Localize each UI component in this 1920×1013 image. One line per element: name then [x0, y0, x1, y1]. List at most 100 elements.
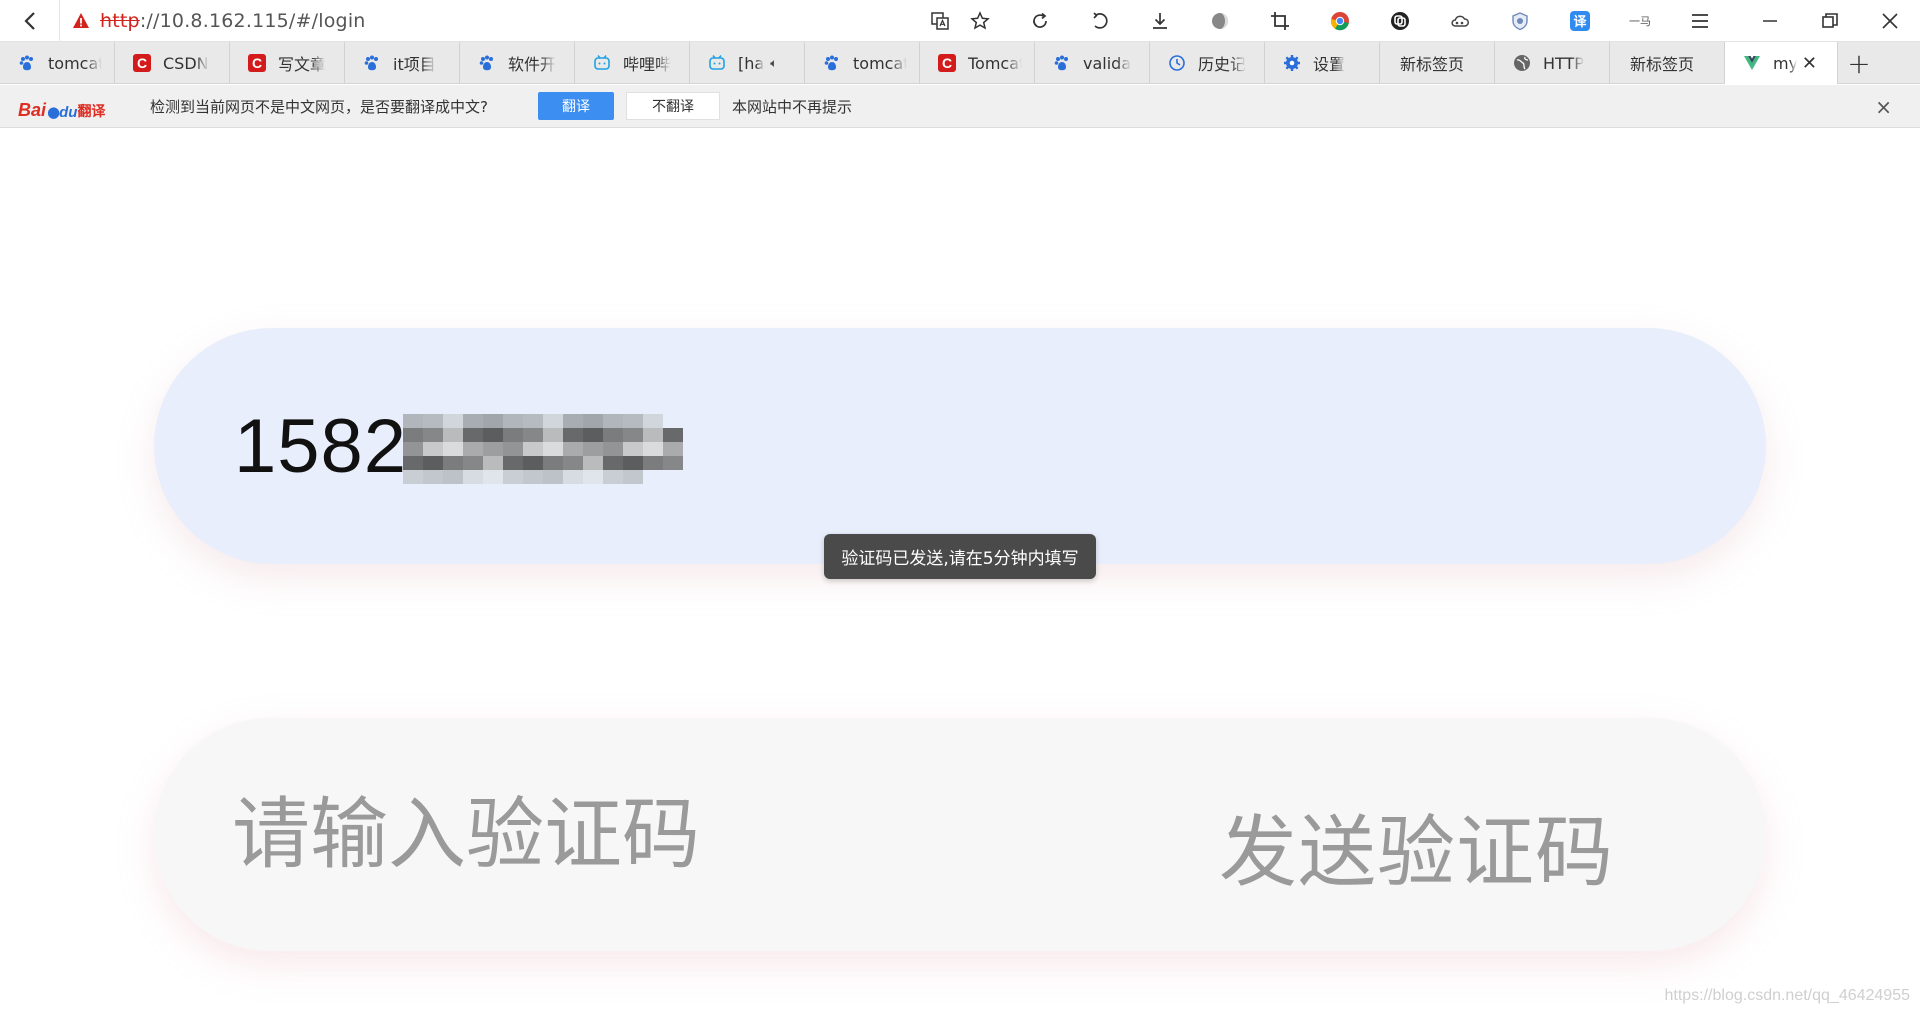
tab-label: 历史记	[1198, 55, 1247, 74]
verification-code-field: 发送验证码	[154, 718, 1766, 951]
close-tab-icon[interactable]: ✕	[1802, 53, 1817, 74]
tab-13[interactable]: HTTP	[1495, 42, 1610, 84]
url-field[interactable]: http://10.8.162.115/#/login	[60, 0, 920, 42]
mode-button[interactable]	[1200, 0, 1240, 42]
logo-bai-text: Bai	[18, 100, 47, 120]
restore-icon	[1822, 12, 1838, 28]
tab-label: HTTP	[1543, 53, 1584, 73]
chrome-extension-button[interactable]	[1320, 0, 1360, 42]
close-window-button[interactable]	[1860, 0, 1920, 42]
screenshot-button[interactable]	[1260, 0, 1300, 42]
baidu-translate-logo: Bai ● du 翻译	[18, 91, 118, 121]
close-icon	[1882, 12, 1898, 29]
tab-3[interactable]: it项目	[345, 42, 460, 84]
translate-extension-icon: 译	[1570, 10, 1590, 31]
tab-label: it项目	[393, 55, 436, 74]
refresh-icon	[1033, 12, 1047, 28]
phone-input[interactable]: 1582	[154, 328, 1766, 564]
text-extension-button[interactable]: 一马	[1620, 0, 1660, 42]
phone-value: 1582	[234, 403, 713, 490]
text-extension-label: 一马	[1629, 14, 1651, 28]
tab-label: [ha	[738, 53, 765, 73]
restore-button[interactable]	[1800, 0, 1860, 42]
tab-label: tomcat	[48, 53, 102, 73]
translate-extension-button[interactable]: 译	[1560, 0, 1600, 42]
login-page: 1582 验证码已发送,请在5分钟内填写 发送验证码 https://blog.…	[0, 129, 1920, 1013]
new-tab-button[interactable]: +	[1838, 42, 1880, 84]
tab-14[interactable]: 新标签页	[1610, 42, 1725, 84]
tab-9[interactable]: valida	[1035, 42, 1150, 84]
tab-10[interactable]: 历史记	[1150, 42, 1265, 84]
logo-fanyi-text: 翻译	[77, 104, 106, 120]
cloud-extension-button[interactable]	[1440, 0, 1480, 42]
tab-6[interactable]: [ha 🔈︎	[690, 42, 805, 84]
tab-label: 新标签页	[1630, 55, 1695, 74]
crop-icon	[1271, 11, 1289, 30]
baidu-paw-icon	[1053, 54, 1071, 72]
verification-code-input[interactable]	[232, 789, 932, 880]
hamburger-menu-icon	[1692, 13, 1708, 28]
tab-0[interactable]: tomcat	[0, 42, 115, 84]
translate-page-button[interactable]	[920, 0, 960, 42]
url-protocol: http	[100, 9, 140, 32]
dark-mode-icon	[1212, 12, 1228, 29]
translate-button[interactable]: 翻译	[537, 92, 614, 120]
translate-bar-close-button[interactable]: ×	[1875, 95, 1892, 119]
shield-extension-button[interactable]	[1500, 0, 1540, 42]
bilibili-icon	[708, 54, 726, 72]
tab-11[interactable]: 设置	[1265, 42, 1380, 84]
tab-label: tomcat	[853, 53, 907, 73]
tab-label: 写文章	[278, 55, 327, 74]
tab-2[interactable]: C 写文章	[230, 42, 345, 84]
csdn-icon: C	[938, 54, 956, 72]
cloud-icon	[1451, 15, 1469, 27]
speaker-icon[interactable]: 🔈︎	[770, 56, 777, 71]
undo-button[interactable]	[1080, 0, 1120, 42]
tab-strip: tomcat C CSDN C 写文章 it项目 软件开 哔哩哔 [ha 🔈︎ tomcat C Tom…	[0, 42, 1920, 84]
tab-1[interactable]: C CSDN	[115, 42, 230, 84]
send-code-button[interactable]: 发送验证码	[1219, 790, 1614, 902]
csdn-icon: C	[133, 54, 151, 72]
tab-8[interactable]: C Tomcat	[920, 42, 1035, 84]
toolbar: 译 一马	[920, 0, 1920, 42]
history-icon	[1168, 54, 1186, 72]
insecure-warning-icon	[73, 12, 89, 28]
watermark: https://blog.csdn.net/qq_46424955	[1664, 987, 1910, 1004]
toast-message: 验证码已发送,请在5分钟内填写	[824, 534, 1096, 579]
back-button[interactable]	[0, 0, 60, 42]
logo-du-text: du	[59, 104, 78, 121]
tab-label: 哔哩哔	[623, 55, 672, 74]
translate-icon	[931, 11, 949, 30]
globe-icon	[1513, 54, 1531, 72]
never-translate-link[interactable]: 本网站中不再提示	[732, 96, 852, 117]
minimize-button[interactable]	[1740, 0, 1800, 42]
no-translate-button[interactable]: 不翻译	[625, 92, 720, 120]
baidu-paw-icon	[18, 54, 36, 72]
back-arrow-icon	[23, 11, 35, 30]
download-icon	[1153, 12, 1167, 29]
tab-5[interactable]: 哔哩哔	[575, 42, 690, 84]
tab-label: CSDN	[163, 53, 209, 73]
download-button[interactable]	[1140, 0, 1180, 42]
translate-bar: Bai ● du 翻译 检测到当前网页不是中文网页，是否要翻译成中文? 翻译 不翻译 …	[0, 85, 1920, 128]
copy-extension-button[interactable]	[1380, 0, 1420, 42]
tab-15[interactable]: my ✕	[1725, 42, 1838, 84]
tab-label: valida	[1083, 53, 1132, 73]
star-icon	[970, 10, 990, 30]
menu-button[interactable]	[1680, 0, 1720, 42]
minimize-icon	[1763, 19, 1777, 22]
tab-12[interactable]: 新标签页	[1380, 42, 1495, 84]
baidu-paw-icon	[823, 54, 841, 72]
tab-label: my	[1773, 53, 1797, 73]
phone-visible-digits: 1582	[234, 403, 408, 489]
baidu-paw-icon	[363, 54, 381, 72]
bookmark-button[interactable]	[960, 0, 1000, 42]
undo-icon	[1093, 11, 1108, 29]
csdn-icon: C	[248, 54, 266, 72]
tab-label: Tomcat	[968, 53, 1022, 73]
tab-4[interactable]: 软件开	[460, 42, 575, 84]
tab-7[interactable]: tomcat	[805, 42, 920, 84]
shield-icon	[1512, 11, 1528, 30]
refresh-button[interactable]	[1020, 0, 1060, 42]
translate-message: 检测到当前网页不是中文网页，是否要翻译成中文?	[150, 97, 488, 116]
